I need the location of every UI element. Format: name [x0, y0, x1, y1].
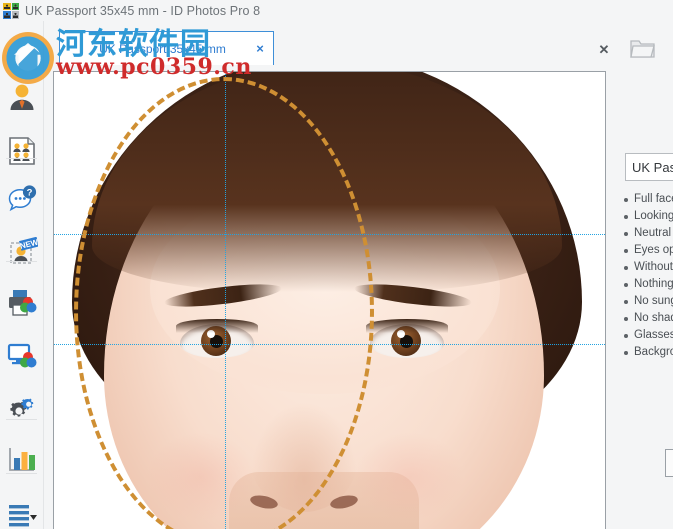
bar-chart-icon	[8, 448, 35, 471]
sidebar-item-settings[interactable]	[0, 385, 43, 437]
chat-question-icon: ?	[8, 185, 36, 212]
eye-right	[366, 319, 448, 358]
tab-label: UK Passport 35x45 mm	[99, 41, 226, 56]
sidebar-divider	[6, 158, 37, 159]
list-item: Neutral expression, mouth closed	[620, 225, 673, 242]
title-bar: UK Passport 35x45 mm - ID Photos Pro 8	[0, 0, 673, 21]
svg-text:NEW: NEW	[18, 238, 37, 251]
list-item: Glasses frames not covering eyes	[620, 327, 673, 344]
list-item: No shadows on the face	[620, 310, 673, 327]
right-panel: UK Passport 35x45 mm Full face, front vi…	[620, 71, 673, 529]
panel-action-button[interactable]	[665, 449, 673, 477]
monitor-color-icon	[7, 343, 36, 368]
cheek-right	[354, 432, 464, 522]
sidebar-item-print[interactable]	[0, 277, 43, 329]
preset-select[interactable]: UK Passport 35x45 mm	[625, 153, 673, 181]
list-item: No sunglasses or tinted glasses	[620, 293, 673, 310]
tool-icon[interactable]	[666, 35, 673, 61]
tab-uk-passport[interactable]: UK Passport 35x45 mm ×	[59, 31, 274, 65]
folder-open-icon[interactable]	[630, 37, 656, 61]
sidebar-item-menu[interactable]	[0, 489, 43, 529]
sidebar-item-person[interactable]	[0, 71, 43, 123]
printer-color-icon	[8, 290, 36, 316]
sidebar-divider	[6, 473, 37, 474]
list-item: Without hair across the eyes	[620, 259, 673, 276]
tab-close-icon[interactable]: ×	[247, 32, 273, 65]
list-item: Nothing covering the face	[620, 276, 673, 293]
list-item: Full face, front view	[620, 191, 673, 208]
sidebar-divider	[6, 261, 37, 262]
list-item: Looking directly at the camera	[620, 208, 673, 225]
face-outline-oval	[74, 77, 374, 529]
svg-text:?: ?	[26, 188, 32, 199]
requirements-list: Full face, front view Looking directly a…	[620, 191, 673, 361]
gears-icon	[9, 398, 33, 417]
left-sidebar: ? NEW	[0, 21, 44, 529]
close-icon[interactable]: ✕	[595, 41, 613, 59]
new-photo-icon: NEW	[9, 237, 38, 264]
sidebar-divider	[6, 419, 37, 420]
app-quadrant-icon	[3, 2, 19, 19]
portrait-photo	[54, 72, 605, 529]
list-item: Background plain light colour	[620, 344, 673, 361]
application-window: UK Passport 35x45 mm - ID Photos Pro 8 ?…	[0, 0, 673, 529]
sidebar-item-help[interactable]: ?	[0, 173, 43, 225]
photo-canvas[interactable]	[53, 71, 606, 529]
photo-sheet-icon	[8, 137, 35, 165]
menu-list-icon	[8, 505, 37, 527]
person-portrait-icon	[10, 84, 33, 110]
tab-strip: UK Passport 35x45 mm × ✕	[44, 21, 673, 90]
sidebar-item-screen[interactable]	[0, 331, 43, 383]
window-title: UK Passport 35x45 mm - ID Photos Pro 8	[25, 3, 261, 18]
sidebar-item-multi-photo[interactable]	[0, 125, 43, 177]
sidebar-item-new-photo[interactable]: NEW	[0, 227, 43, 279]
list-item: Eyes open and clearly visible	[620, 242, 673, 259]
sidebar-item-statistics[interactable]	[0, 435, 43, 487]
